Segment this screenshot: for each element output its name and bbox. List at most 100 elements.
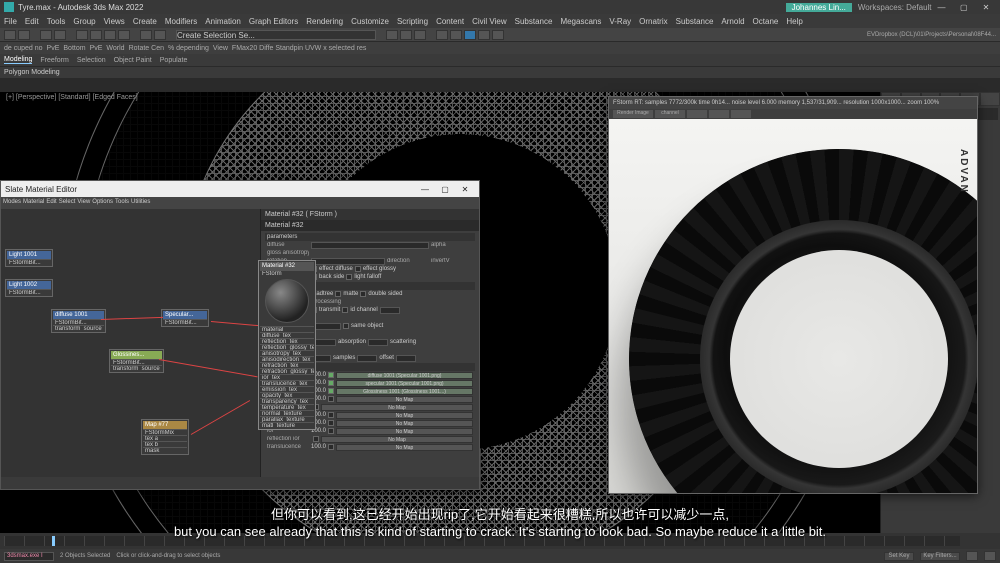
menu-file[interactable]: File bbox=[4, 17, 17, 26]
menu-tools[interactable]: Tools bbox=[47, 17, 66, 26]
slate-menu-material[interactable]: Material bbox=[23, 199, 44, 207]
maximize-button[interactable]: ▢ bbox=[954, 3, 974, 12]
menu-create[interactable]: Create bbox=[133, 17, 157, 26]
schematic-button[interactable] bbox=[450, 30, 462, 40]
ribbon-modeling[interactable]: Modeling bbox=[4, 56, 32, 64]
maxscript-mini-listener[interactable]: 3dsmax.exe I bbox=[4, 552, 54, 561]
menu-megascans[interactable]: Megascans bbox=[560, 17, 601, 26]
menu-group[interactable]: Group bbox=[73, 17, 95, 26]
node-material-preview[interactable]: Material #32 FStorm material diffuse_tex… bbox=[258, 260, 316, 430]
slate-menu-tools[interactable]: Tools bbox=[115, 199, 129, 207]
unlink-button[interactable] bbox=[54, 30, 66, 40]
slate-menu-select[interactable]: Select bbox=[59, 199, 76, 207]
section-params[interactable]: parameters bbox=[265, 233, 475, 241]
node-glossiness[interactable]: Glossines... FStormBit... transform_sour… bbox=[109, 349, 164, 373]
slate-menu-edit[interactable]: Edit bbox=[46, 199, 56, 207]
mirror-button[interactable] bbox=[386, 30, 398, 40]
ribbon-freeform[interactable]: Freeform bbox=[40, 57, 68, 64]
snap-button[interactable] bbox=[140, 30, 152, 40]
slate-menu-utilities[interactable]: Utilities bbox=[131, 199, 150, 207]
scale-button[interactable] bbox=[118, 30, 130, 40]
map-diffuse[interactable]: diffuse 1001 (Specular 1001.png) bbox=[336, 372, 473, 379]
node-graph[interactable]: Light 1001 FStormBit... Light 1002 FStor… bbox=[1, 209, 261, 477]
map-reflior[interactable]: No Map bbox=[321, 436, 473, 443]
render-setup-button[interactable] bbox=[478, 30, 490, 40]
selection-set-dropdown[interactable]: Create Selection Se... bbox=[176, 30, 376, 40]
menu-modifiers[interactable]: Modifiers bbox=[165, 17, 197, 26]
node-diffuse[interactable]: diffuse 1001 FStormBit... transform_sour… bbox=[51, 309, 106, 333]
menu-civilview[interactable]: Civil View bbox=[472, 17, 507, 26]
fstorm-btn4[interactable] bbox=[709, 110, 729, 118]
slate-menu-view[interactable]: View bbox=[77, 199, 90, 207]
diffuse-swatch[interactable] bbox=[311, 242, 429, 249]
fstorm-title[interactable]: FStorm RT: samples 7772/300k time 0h14..… bbox=[609, 97, 977, 109]
node-light2[interactable]: Light 1002 FStormBit... bbox=[5, 279, 53, 297]
utilities-tab[interactable] bbox=[980, 92, 1000, 106]
map-aniso[interactable]: No Map bbox=[336, 396, 473, 403]
polygon-modeling-header[interactable]: Polygon Modeling bbox=[0, 66, 1000, 78]
menu-content[interactable]: Content bbox=[436, 17, 464, 26]
close-button[interactable]: ✕ bbox=[976, 3, 996, 12]
menu-ornatrix[interactable]: Ornatrix bbox=[639, 17, 667, 26]
material-editor-button[interactable] bbox=[464, 30, 476, 40]
slate-maximize[interactable]: ▢ bbox=[435, 185, 455, 194]
map-anisodir[interactable]: No Map bbox=[321, 404, 473, 411]
map-refraction[interactable]: No Map bbox=[336, 412, 473, 419]
pve2-label[interactable]: PvE bbox=[90, 45, 103, 52]
menu-customize[interactable]: Customize bbox=[351, 17, 389, 26]
curve-editor-button[interactable] bbox=[436, 30, 448, 40]
lightfalloff-check[interactable] bbox=[346, 274, 352, 280]
fmax-label[interactable]: FMax20 Diffe Standpin UVW x selected res bbox=[232, 45, 366, 52]
menu-views[interactable]: Views bbox=[104, 17, 125, 26]
map-translucence[interactable]: No Map bbox=[336, 444, 473, 451]
depend-label[interactable]: % depending bbox=[168, 45, 209, 52]
map-refrgloss[interactable]: No Map bbox=[336, 420, 473, 427]
menu-help[interactable]: Help bbox=[786, 17, 802, 26]
user-badge[interactable]: Johannes Lin... bbox=[786, 3, 852, 12]
rotation-input[interactable] bbox=[311, 258, 385, 265]
nextframe-button[interactable] bbox=[984, 551, 996, 561]
node-specular[interactable]: Specular... FStormBit... bbox=[161, 309, 209, 327]
map-ior[interactable]: No Map bbox=[336, 428, 473, 435]
menu-arnold[interactable]: Arnold bbox=[721, 17, 744, 26]
effect-glossy-check[interactable] bbox=[355, 266, 361, 272]
menu-edit[interactable]: Edit bbox=[25, 17, 39, 26]
fstorm-channel[interactable]: channel bbox=[655, 110, 685, 118]
ribbon-populate[interactable]: Populate bbox=[160, 57, 188, 64]
menu-substance[interactable]: Substance bbox=[515, 17, 553, 26]
menu-grapheditors[interactable]: Graph Editors bbox=[249, 17, 298, 26]
move-button[interactable] bbox=[90, 30, 102, 40]
render-view[interactable]: ADVAN bbox=[609, 119, 977, 493]
world-label[interactable]: World bbox=[106, 45, 124, 52]
layer-button[interactable] bbox=[414, 30, 426, 40]
menu-octane[interactable]: Octane bbox=[753, 17, 779, 26]
keyfilters-button[interactable]: Key Filters... bbox=[920, 552, 960, 561]
menu-animation[interactable]: Animation bbox=[205, 17, 241, 26]
menu-vray[interactable]: V-Ray bbox=[609, 17, 631, 26]
node-map77[interactable]: Map #77 FStormMix tex a tex b mask bbox=[141, 419, 189, 455]
slate-menu-options[interactable]: Options bbox=[92, 199, 113, 207]
map-reflection[interactable]: specular 1001 (Specular 1001.png) bbox=[336, 380, 473, 387]
fstorm-render-image[interactable]: Render Image bbox=[613, 110, 653, 118]
slate-titlebar[interactable]: Slate Material Editor — ▢ ✕ bbox=[1, 181, 479, 197]
workspace-selector[interactable]: Workspaces: Default bbox=[858, 3, 932, 12]
setkey-button[interactable]: Set Key bbox=[884, 552, 914, 561]
slate-close[interactable]: ✕ bbox=[455, 185, 475, 194]
redo-button[interactable] bbox=[18, 30, 30, 40]
map-reflgloss[interactable]: Glossiness 1001 (Glossiness 1001...) bbox=[336, 388, 473, 395]
view-label[interactable]: View bbox=[213, 45, 228, 52]
minimize-button[interactable]: — bbox=[932, 3, 952, 12]
slate-menu-modes[interactable]: Modes bbox=[3, 199, 21, 207]
rotate-label[interactable]: Rotate Cen bbox=[129, 45, 164, 52]
menu-rendering[interactable]: Rendering bbox=[306, 17, 343, 26]
viewport-label[interactable]: [+] [Perspective] [Standard] [Edged Face… bbox=[6, 94, 138, 101]
render-button[interactable] bbox=[492, 30, 504, 40]
pve-label[interactable]: PvE bbox=[47, 45, 60, 52]
menu-substance2[interactable]: Substance bbox=[676, 17, 714, 26]
play-button[interactable] bbox=[966, 551, 978, 561]
fstorm-btn5[interactable] bbox=[731, 110, 751, 118]
angle-snap-button[interactable] bbox=[154, 30, 166, 40]
fstorm-btn3[interactable] bbox=[687, 110, 707, 118]
rotate-button[interactable] bbox=[104, 30, 116, 40]
slate-minimize[interactable]: — bbox=[415, 185, 435, 194]
